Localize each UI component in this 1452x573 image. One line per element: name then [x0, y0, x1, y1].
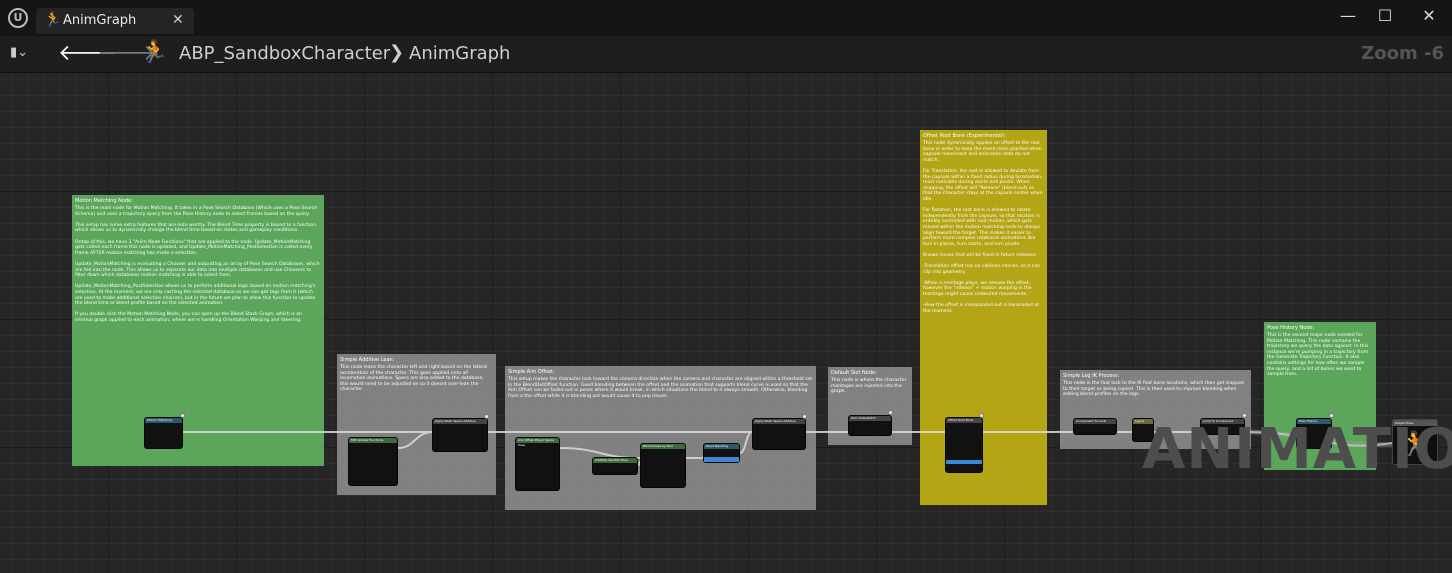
- graph-toolbar: ▮⌄ 🡐 🡒 🏃 ABP_SandboxCharacter ❯ AnimGrap…: [0, 36, 1452, 73]
- running-man-icon: 🏃: [141, 40, 169, 65]
- maximize-button[interactable]: ☐: [1370, 6, 1400, 26]
- unreal-logo-icon[interactable]: U: [8, 8, 28, 28]
- aim-offset-node[interactable]: Aim Offset Player Space Pose: [515, 437, 560, 491]
- offset-root-bone-node[interactable]: Offset Root Bone: [945, 417, 983, 473]
- bookmark-dropdown-icon[interactable]: ▮⌄: [10, 45, 28, 60]
- node-title: Offset Root Bone: [946, 418, 982, 423]
- graph-canvas[interactable]: Motion Matching Node: This is the main n…: [0, 73, 1452, 573]
- breadcrumb-graph[interactable]: AnimGraph: [409, 43, 510, 64]
- node-title: Apply Mesh Space Additive: [753, 419, 805, 424]
- output-pose-pin[interactable]: [979, 413, 984, 418]
- node-title: Aim Offset Player Space Pose: [516, 438, 559, 447]
- node-title: Slot 'DefaultSlot': [849, 416, 891, 421]
- output-pose-pin[interactable]: [888, 410, 893, 415]
- apply-additive-node-2[interactable]: Apply Mesh Space Additive: [752, 418, 806, 450]
- mm-update-functions-node[interactable]: MM Update Functions: [348, 437, 398, 486]
- node-title: Additive Identity Pose: [593, 458, 637, 463]
- running-man-icon: 🏃: [44, 12, 62, 28]
- tab-label: AnimGraph: [63, 13, 137, 28]
- component-to-local-node[interactable]: Component To Local: [1073, 418, 1117, 435]
- output-pose-pin[interactable]: [802, 414, 807, 419]
- tab-close-icon[interactable]: ✕: [172, 12, 184, 28]
- blend-poses-by-bool-node[interactable]: Blend Poses by Bool: [640, 443, 686, 488]
- minimize-button[interactable]: —: [1333, 6, 1363, 26]
- slot-default-node[interactable]: Slot 'DefaultSlot': [848, 415, 892, 436]
- node-title: MM Update Functions: [349, 438, 397, 443]
- dead-blending-node[interactable]: Dead Blending: [703, 443, 740, 463]
- motion-matching-node[interactable]: Motion Matching: [144, 417, 183, 449]
- wire-layer: [183, 429, 1393, 466]
- output-pose-pin[interactable]: [484, 414, 489, 419]
- title-bar: U 🏃 AnimGraph ✕ — ☐ ✕: [0, 0, 1452, 36]
- node-title: Dead Blending: [704, 444, 739, 449]
- apply-additive-node[interactable]: Apply Mesh Space Additive: [432, 418, 488, 452]
- animation-watermark: ANIMATION: [1142, 417, 1452, 482]
- breadcrumb-asset[interactable]: ABP_SandboxCharacter: [179, 43, 390, 64]
- output-pose-pin[interactable]: [180, 413, 185, 418]
- zoom-level: Zoom -6: [1361, 43, 1444, 64]
- tab-animgraph[interactable]: 🏃 AnimGraph ✕: [36, 8, 194, 34]
- node-title: Component To Local: [1074, 419, 1116, 424]
- node-title: Blend Poses by Bool: [641, 444, 685, 449]
- node-title: Motion Matching: [145, 418, 182, 423]
- node-title: Apply Mesh Space Additive: [433, 419, 487, 424]
- close-button[interactable]: ✕: [1414, 6, 1444, 26]
- breadcrumb-separator-icon: ❯: [389, 42, 405, 63]
- additive-identity-node[interactable]: Additive Identity Pose: [592, 457, 638, 475]
